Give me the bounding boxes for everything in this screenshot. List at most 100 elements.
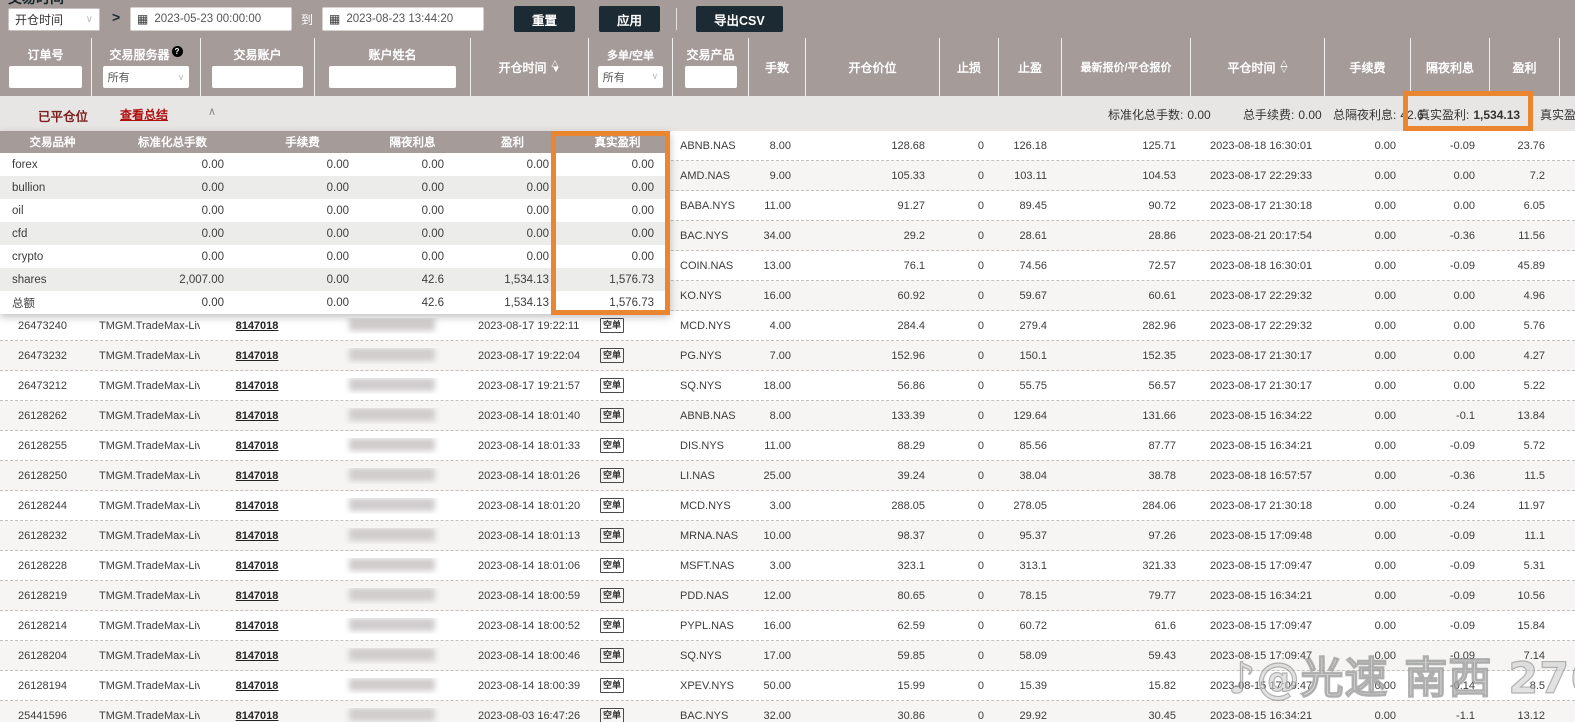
cell-product: BAC.NYS xyxy=(680,709,729,722)
summary-row: cfd 0.00 0.00 0.00 0.00 0.00 xyxy=(0,222,670,245)
summary-row: forex 0.00 0.00 0.00 0.00 0.00 xyxy=(0,153,670,176)
order-filter-input[interactable] xyxy=(9,66,82,88)
cell-lots: 13.00 xyxy=(763,259,791,272)
cell-server: TMGM.TradeMax-Liv... xyxy=(99,619,200,632)
cell-quote: 60.61 xyxy=(1148,289,1176,302)
apply-button[interactable]: 应用 xyxy=(599,6,661,32)
cell-swap: 0.00 xyxy=(1453,379,1475,392)
account-link[interactable]: 8147018 xyxy=(236,530,279,542)
direction-filter-select[interactable]: 所有 ∨ xyxy=(597,65,664,88)
direction-badge: 空单 xyxy=(600,318,625,333)
filter-field-select[interactable]: 开仓时间 ∨ xyxy=(8,8,100,31)
cell-stop-loss: 0 xyxy=(977,439,984,452)
stat-total-lots: 标准化总手数: 0.00 xyxy=(1108,108,1211,122)
toolbar-divider xyxy=(676,8,677,30)
date-from-input[interactable] xyxy=(154,13,275,25)
cell-product: COIN.NAS xyxy=(680,259,734,272)
date-to-box[interactable]: ▦ xyxy=(322,7,484,31)
cell-order: 25441596 xyxy=(18,709,67,722)
summary-value: 0.00 xyxy=(526,181,549,194)
cell-direction: 空单 xyxy=(588,708,672,722)
cell-take-profit: 28.61 xyxy=(1019,229,1047,242)
cell-product: DIS.NYS xyxy=(680,439,725,452)
cell-order: 26128255 xyxy=(18,439,67,452)
account-link[interactable]: 8147018 xyxy=(236,680,279,692)
cell-take-profit: 85.56 xyxy=(1019,439,1047,452)
cell-direction: 空单 xyxy=(588,468,672,483)
account-link[interactable]: 8147018 xyxy=(236,620,279,632)
summary-value: 0.00 xyxy=(421,227,444,240)
cell-swap: -0.1 xyxy=(1456,409,1475,422)
cell-open-price: 288.05 xyxy=(891,499,925,512)
cell-open-time: 2023-08-14 18:00:39 xyxy=(478,679,581,692)
masked-account-name xyxy=(349,497,435,511)
cell-close-time: 2023-08-15 16:34:21 xyxy=(1210,709,1313,722)
server-filter-select[interactable]: 所有 ∨ xyxy=(102,66,190,88)
cell-server: TMGM.TradeMax-Liv... xyxy=(99,649,200,662)
cell-direction: 空单 xyxy=(588,678,672,693)
cell-take-profit: 150.1 xyxy=(1019,349,1047,362)
cell-close-time: 2023-08-18 16:30:01 xyxy=(1210,259,1313,272)
account-link[interactable]: 8147018 xyxy=(236,710,279,722)
sort-open-time-icon[interactable]: △ ▼ xyxy=(552,59,561,73)
cell-lots: 12.00 xyxy=(763,589,791,602)
info-icon[interactable]: ? xyxy=(171,46,183,57)
cell-profit: 11.5 xyxy=(1524,469,1545,482)
cell-swap: 0.00 xyxy=(1453,349,1475,362)
arrow-right-icon: > xyxy=(112,9,121,25)
cell-close-time: 2023-08-21 20:17:54 xyxy=(1210,229,1313,242)
date-to-input[interactable] xyxy=(346,13,467,25)
export-csv-button[interactable]: 导出CSV xyxy=(696,6,783,32)
account-link[interactable]: 8147018 xyxy=(236,650,279,662)
account-filter-input[interactable] xyxy=(212,66,303,88)
cell-account: 8147018 xyxy=(200,560,314,572)
cell-open-time: 2023-08-14 18:00:52 xyxy=(478,619,581,632)
cell-swap: -0.09 xyxy=(1449,619,1475,632)
masked-account-name xyxy=(349,467,435,481)
account-link[interactable]: 8147018 xyxy=(236,350,279,362)
account-link[interactable]: 8147018 xyxy=(236,560,279,572)
stat-total-commission: 总手续费: 0.00 xyxy=(1243,108,1322,122)
view-summary-link[interactable]: 查看总结 xyxy=(120,106,168,123)
table-row: 26128204 TMGM.TradeMax-Liv... 8147018 2023-… xyxy=(0,641,1575,671)
cell-account-name xyxy=(314,497,470,514)
account-link[interactable]: 8147018 xyxy=(236,320,279,332)
summary-value: 2,007.00 xyxy=(179,273,224,286)
cell-open-price: 88.29 xyxy=(897,439,925,452)
cell-take-profit: 129.64 xyxy=(1013,409,1047,422)
account-link[interactable]: 8147018 xyxy=(236,590,279,602)
cell-account-name xyxy=(314,347,470,364)
cell-product: BABA.NYS xyxy=(680,199,736,212)
col-close-time: 平仓时间 △ ▽ xyxy=(1190,38,1324,96)
summary-value: 0.00 xyxy=(526,227,549,240)
stat-real-profit-clipped: 真实盈利: xyxy=(1540,108,1575,122)
cell-server: TMGM.TradeMax-Liv... xyxy=(99,559,200,572)
account-link[interactable]: 8147018 xyxy=(236,470,279,482)
summary-row: shares 2,007.00 0.00 42.6 1,534.13 1,576.73 xyxy=(0,268,670,291)
date-from-box[interactable]: ▦ xyxy=(130,7,292,31)
cell-open-price: 284.4 xyxy=(897,319,925,332)
collapse-chevron-icon[interactable]: ∧ xyxy=(208,105,216,118)
table-row: 26128214 TMGM.TradeMax-Liv... 8147018 2023-… xyxy=(0,611,1575,641)
account-link[interactable]: 8147018 xyxy=(236,410,279,422)
cell-quote: 125.71 xyxy=(1142,139,1176,152)
account-link[interactable]: 8147018 xyxy=(236,440,279,452)
cell-lots: 8.00 xyxy=(769,139,791,152)
filter-field-value: 开仓时间 xyxy=(15,13,64,27)
name-filter-input[interactable] xyxy=(329,66,456,88)
cell-stop-loss: 0 xyxy=(977,199,984,212)
cell-commission: 0.00 xyxy=(1374,439,1396,452)
cell-quote: 72.57 xyxy=(1148,259,1176,272)
cell-account: 8147018 xyxy=(200,650,314,662)
sort-close-time-icon[interactable]: △ ▽ xyxy=(1281,59,1288,73)
cell-lots: 9.00 xyxy=(769,169,791,182)
col-swap: 隔夜利息 xyxy=(1410,38,1489,96)
cell-stop-loss: 0 xyxy=(977,229,984,242)
reset-button[interactable]: 重置 xyxy=(514,6,576,32)
product-filter-input[interactable] xyxy=(684,66,737,88)
account-link[interactable]: 8147018 xyxy=(236,500,279,512)
cell-direction: 空单 xyxy=(588,558,672,573)
chevron-down-icon: ∨ xyxy=(177,71,185,82)
account-link[interactable]: 8147018 xyxy=(236,380,279,392)
cell-account-name xyxy=(314,407,470,424)
